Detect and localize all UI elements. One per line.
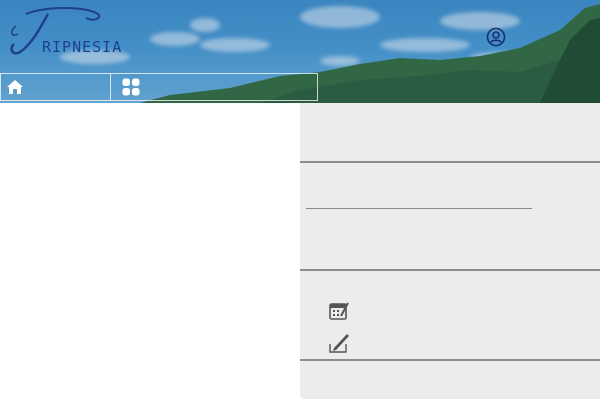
grid-icon (122, 78, 140, 96)
svg-text:RIPNESIA: RIPNESIA (42, 38, 122, 56)
main-nav (0, 73, 318, 101)
home-icon (7, 80, 23, 94)
panel-divider (300, 161, 600, 163)
logo-graphic: RIPNESIA (10, 7, 122, 56)
panel-divider (300, 359, 600, 361)
nav-home[interactable] (1, 74, 111, 100)
underline-field (306, 208, 532, 209)
calendar-edit-icon[interactable] (328, 300, 350, 322)
side-panel (300, 103, 600, 399)
nav-apps[interactable] (111, 74, 317, 100)
header-banner: RIPNESIA (0, 0, 600, 103)
pencil-note-icon[interactable] (328, 332, 350, 354)
user-circle-icon[interactable] (486, 27, 506, 47)
tripnesia-logo[interactable]: RIPNESIA (6, 4, 136, 62)
panel-divider (300, 269, 600, 271)
